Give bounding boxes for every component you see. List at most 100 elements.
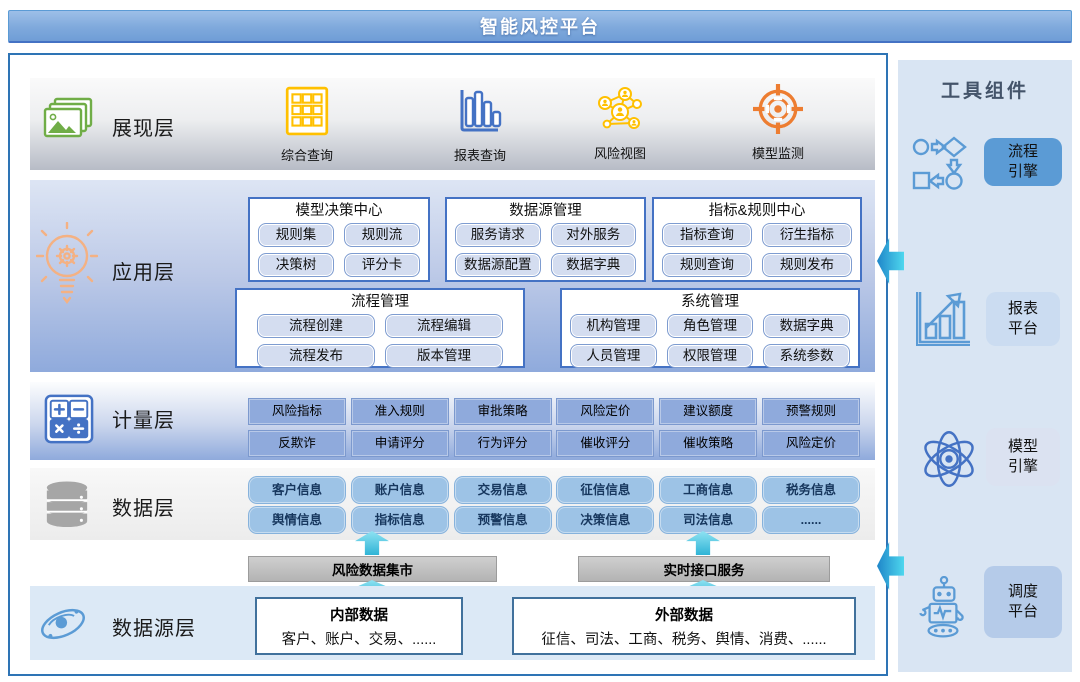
connector-risk-data-mart: 风险数据集市 (248, 556, 497, 582)
title-bar: 智能风控平台 (8, 10, 1072, 43)
measurement-row-2: 反欺诈 申请评分 行为评分 催收评分 催收策略 风险定价 (249, 431, 859, 456)
group-title: 流程管理 (237, 292, 523, 312)
data-item: 预警信息 (455, 507, 551, 533)
pres-item-label: 报表查询 (418, 145, 542, 164)
group-title: 数据源管理 (447, 201, 644, 221)
pres-item: 风险视图 (558, 84, 682, 162)
measure-item: 催收策略 (660, 431, 756, 456)
datasource-layer-label: 数据源层 (112, 612, 196, 641)
external-data-box: 外部数据 征信、司法、工商、税务、舆情、消费、...... (512, 597, 856, 655)
app-item: 指标查询 (662, 223, 752, 247)
presentation-layer-label: 展现层 (112, 112, 175, 141)
pres-item-label: 综合查询 (245, 145, 369, 164)
page-title: 智能风控平台 (480, 13, 600, 39)
measure-item: 审批策略 (455, 399, 551, 424)
model-engine-icon (918, 424, 980, 494)
data-item: 工商信息 (660, 477, 756, 503)
galaxy-icon (36, 600, 90, 648)
pres-item: 模型监测 (716, 84, 840, 162)
bulb-gear-icon (36, 222, 98, 314)
calculator-icon (44, 394, 94, 444)
tool-label: 报表平台 (1007, 299, 1039, 340)
data-item: 指标信息 (352, 507, 448, 533)
group-title: 指标&规则中心 (654, 201, 860, 221)
app-item: 版本管理 (385, 344, 503, 368)
risk-platform-diagram: 智能风控平台 展现层 综合查询 (0, 0, 1080, 682)
tool-label: 模型引擎 (1007, 437, 1039, 478)
measurement-row-1: 风险指标 准入规则 审批策略 风险定价 建议额度 预警规则 (249, 399, 859, 424)
report-platform-icon (912, 288, 974, 350)
tool-report-platform: 报表平台 (986, 292, 1060, 346)
app-item: 数据字典 (551, 253, 637, 277)
internal-data-title: 内部数据 (257, 604, 461, 625)
application-layer-label: 应用层 (112, 256, 175, 285)
app-item: 衍生指标 (762, 223, 852, 247)
grid-icon (284, 86, 330, 136)
flow-engine-icon (910, 134, 970, 194)
app-item: 数据字典 (763, 314, 850, 338)
app-item: 人员管理 (570, 344, 657, 368)
pres-item: 报表查询 (418, 86, 542, 164)
app-item: 决策树 (258, 253, 334, 277)
app-item: 流程创建 (257, 314, 375, 338)
measure-item: 申请评分 (352, 431, 448, 456)
data-item: 税务信息 (763, 477, 859, 503)
data-item: 交易信息 (455, 477, 551, 503)
tool-scheduler-platform: 调度平台 (984, 566, 1062, 638)
group-indicator-rule-center: 指标&规则中心 指标查询 衍生指标 规则查询 规则发布 (652, 197, 862, 282)
pres-item-label: 风险视图 (558, 143, 682, 162)
group-system-mgmt: 系统管理 机构管理 角色管理 数据字典 人员管理 权限管理 系统参数 (560, 288, 860, 368)
group-process-mgmt: 流程管理 流程创建 流程编辑 流程发布 版本管理 (235, 288, 525, 368)
group-datasource-mgmt: 数据源管理 服务请求 对外服务 数据源配置 数据字典 (445, 197, 646, 282)
data-item: 客户信息 (249, 477, 345, 503)
app-item: 流程发布 (257, 344, 375, 368)
measure-item: 风险定价 (557, 399, 653, 424)
data-row-1: 客户信息 账户信息 交易信息 征信信息 工商信息 税务信息 (249, 477, 859, 503)
internal-data-desc: 客户、账户、交易、...... (257, 628, 461, 649)
database-icon (42, 480, 92, 528)
measure-item: 风险定价 (763, 431, 859, 456)
group-title: 系统管理 (562, 292, 858, 312)
app-item: 系统参数 (763, 344, 850, 368)
data-item: 账户信息 (352, 477, 448, 503)
measure-item: 反欺诈 (249, 431, 345, 456)
data-item: 舆情信息 (249, 507, 345, 533)
app-item: 对外服务 (551, 223, 637, 247)
tool-components-title: 工具组件 (898, 76, 1072, 103)
measure-item: 催收评分 (557, 431, 653, 456)
measure-item: 风险指标 (249, 399, 345, 424)
connector-label: 实时接口服务 (664, 559, 745, 579)
tool-label: 调度平台 (1007, 582, 1039, 623)
tool-flow-engine: 流程引擎 (984, 138, 1062, 186)
external-data-desc: 征信、司法、工商、税务、舆情、消费、...... (514, 628, 854, 649)
measure-item: 预警规则 (763, 399, 859, 424)
pictures-icon (42, 96, 96, 146)
tool-model-engine: 模型引擎 (986, 428, 1060, 486)
measure-item: 行为评分 (455, 431, 551, 456)
app-item: 权限管理 (667, 344, 754, 368)
group-title: 模型决策中心 (250, 201, 428, 221)
scheduler-robot-icon (912, 576, 974, 642)
app-item: 规则集 (258, 223, 334, 247)
network-icon (595, 84, 645, 134)
connector-realtime-api: 实时接口服务 (578, 556, 830, 582)
app-item: 流程编辑 (385, 314, 503, 338)
app-item: 服务请求 (455, 223, 541, 247)
group-model-decision: 模型决策中心 规则集 规则流 决策树 评分卡 (248, 197, 430, 282)
measurement-layer-label: 计量层 (112, 404, 175, 433)
internal-data-box: 内部数据 客户、账户、交易、...... (255, 597, 463, 655)
connector-label: 风险数据集市 (332, 559, 413, 579)
data-layer-label: 数据层 (112, 492, 175, 521)
target-icon (753, 84, 803, 134)
data-item: 征信信息 (557, 477, 653, 503)
app-item: 规则查询 (662, 253, 752, 277)
measure-item: 建议额度 (660, 399, 756, 424)
app-item: 数据源配置 (455, 253, 541, 277)
external-data-title: 外部数据 (514, 604, 854, 625)
app-item: 角色管理 (667, 314, 754, 338)
data-item: ...... (763, 507, 859, 533)
tool-label: 流程引擎 (1007, 142, 1039, 183)
app-item: 评分卡 (344, 253, 420, 277)
app-item: 机构管理 (570, 314, 657, 338)
pres-item: 综合查询 (245, 86, 369, 164)
